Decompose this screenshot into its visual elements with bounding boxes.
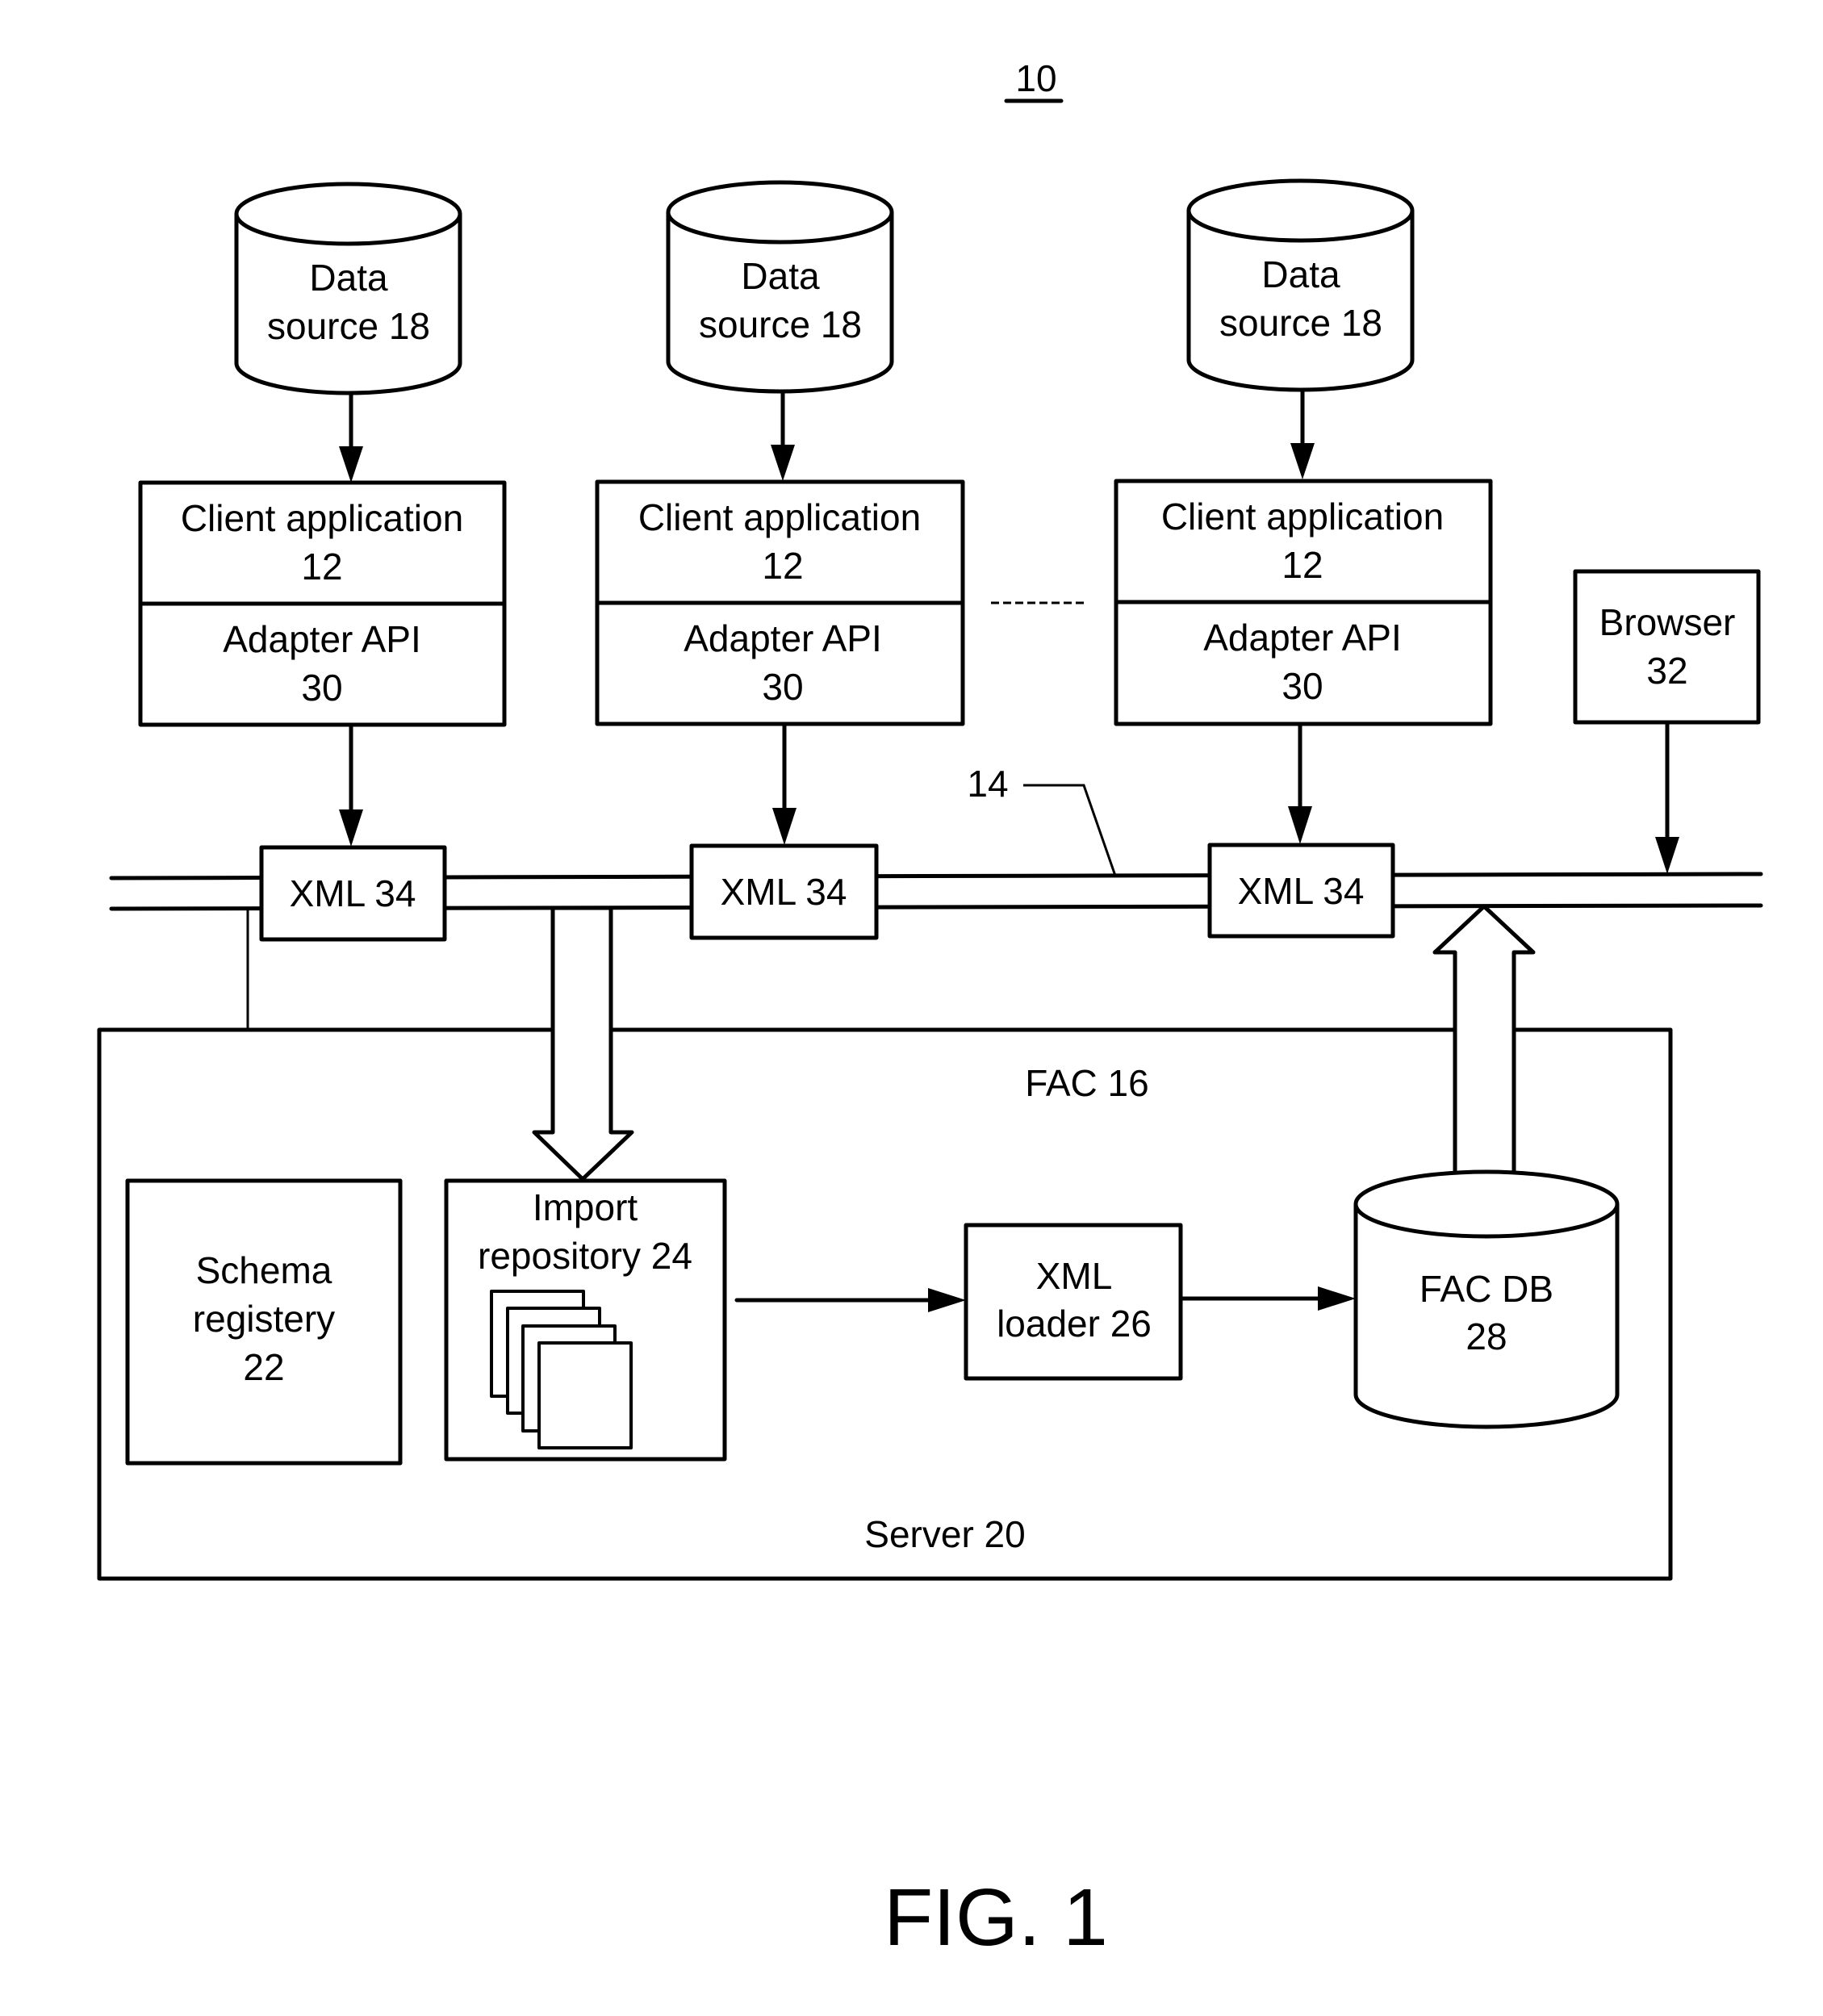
client-application-number: 12 bbox=[762, 545, 803, 587]
import-repository-label-line1: Import bbox=[533, 1186, 638, 1228]
figure-reference-number: 10 bbox=[1015, 57, 1056, 99]
client-application-number: 12 bbox=[1282, 544, 1323, 586]
arrow-head-icon bbox=[772, 808, 797, 845]
adapter-api-label: Adapter API bbox=[1203, 617, 1402, 659]
client-stack-1[interactable]: Client application 12 Adapter API 30 bbox=[138, 480, 507, 727]
xml-message-label: XML 34 bbox=[721, 871, 847, 913]
xml-loader-26[interactable]: XML loader 26 bbox=[964, 1223, 1183, 1381]
client-application-label: Client application bbox=[181, 497, 463, 539]
client-application-number: 12 bbox=[301, 546, 342, 588]
schema-registry-label-line2: registery bbox=[193, 1298, 335, 1340]
network-leader-line bbox=[1023, 784, 1117, 876]
xml-message-label: XML 34 bbox=[1238, 870, 1365, 912]
data-source-label-line1: Data bbox=[309, 257, 388, 299]
arrow-adapter-to-xml-1 bbox=[339, 722, 363, 847]
adapter-api-number: 30 bbox=[301, 667, 342, 709]
browser-label: Browser bbox=[1599, 601, 1736, 643]
client-application-label: Client application bbox=[638, 496, 921, 538]
fac-label: FAC 16 bbox=[1025, 1062, 1148, 1104]
arrow-head-icon bbox=[339, 446, 363, 483]
arrow-datasource-to-client-2 bbox=[771, 390, 795, 481]
arrow-head-icon bbox=[1288, 806, 1312, 844]
client-application-label: Client application bbox=[1161, 496, 1444, 537]
arrow-browser-to-network bbox=[1655, 720, 1679, 874]
fac-db-28[interactable]: FAC DB 28 bbox=[1353, 1169, 1620, 1429]
adapter-api-number: 30 bbox=[1282, 665, 1323, 707]
import-repository-label-line2: repository 24 bbox=[478, 1235, 692, 1277]
system-architecture-diagram: 10 Data source 18 Data source 18 Data so… bbox=[97, 57, 1763, 1963]
fac-db-label: FAC DB bbox=[1420, 1268, 1553, 1310]
browser-number: 32 bbox=[1646, 650, 1687, 692]
client-stack-2[interactable]: Client application 12 Adapter API 30 bbox=[595, 479, 965, 726]
adapter-api-number: 30 bbox=[762, 666, 803, 708]
fac-db-number: 28 bbox=[1466, 1315, 1507, 1357]
network-reference: 14 bbox=[967, 763, 1117, 876]
browser-32[interactable]: Browser 32 bbox=[1573, 569, 1761, 725]
xml-message-label: XML 34 bbox=[290, 872, 416, 914]
data-source-3[interactable]: Data source 18 bbox=[1186, 178, 1415, 392]
adapter-api-label: Adapter API bbox=[223, 618, 421, 660]
network-label: 14 bbox=[967, 763, 1008, 805]
data-source-1[interactable]: Data source 18 bbox=[234, 182, 462, 395]
arrow-adapter-to-xml-3 bbox=[1288, 721, 1312, 844]
data-source-2[interactable]: Data source 18 bbox=[666, 180, 894, 394]
xml-message-2[interactable]: XML 34 bbox=[689, 843, 879, 940]
arrow-head-icon bbox=[339, 809, 363, 847]
client-stack-3[interactable]: Client application 12 Adapter API 30 bbox=[1114, 479, 1493, 726]
data-source-label-line2: source 18 bbox=[699, 303, 862, 345]
xml-message-1[interactable]: XML 34 bbox=[259, 845, 447, 942]
xml-loader-label-line1: XML bbox=[1036, 1255, 1113, 1297]
data-source-label-line1: Data bbox=[741, 255, 820, 297]
schema-registry-label-line1: Schema bbox=[196, 1249, 332, 1291]
schema-registry-number: 22 bbox=[243, 1346, 284, 1388]
xml-loader-box bbox=[964, 1223, 1183, 1381]
arrow-datasource-to-client-1 bbox=[339, 391, 363, 483]
browser-box bbox=[1573, 569, 1761, 725]
arrow-head-icon bbox=[771, 445, 795, 481]
data-source-label-line2: source 18 bbox=[1219, 302, 1382, 344]
data-source-label-line2: source 18 bbox=[267, 305, 430, 347]
xml-message-3[interactable]: XML 34 bbox=[1207, 843, 1395, 939]
server-label: Server 20 bbox=[864, 1513, 1025, 1555]
figure-caption: FIG. 1 bbox=[884, 1872, 1108, 1963]
data-source-label-line1: Data bbox=[1261, 253, 1340, 295]
figure-reference: 10 bbox=[1004, 57, 1064, 103]
schema-registry-22[interactable]: Schema registery 22 bbox=[125, 1178, 403, 1466]
arrow-datasource-to-client-3 bbox=[1290, 388, 1315, 479]
adapter-api-label: Adapter API bbox=[684, 617, 882, 659]
arrow-head-icon bbox=[1290, 443, 1315, 479]
arrow-adapter-to-xml-2 bbox=[772, 721, 797, 845]
import-repository-24[interactable]: Import repository 24 bbox=[444, 1178, 727, 1462]
xml-loader-label-line2: loader 26 bbox=[997, 1303, 1152, 1345]
arrow-head-icon bbox=[1655, 837, 1679, 874]
